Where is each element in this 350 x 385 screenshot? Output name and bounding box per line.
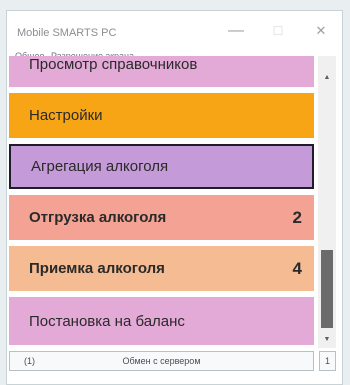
tile-label: Агрегация алкоголя — [31, 158, 169, 175]
tile-count-badge: 4 — [292, 258, 302, 278]
tile-label: Настройки — [29, 107, 103, 124]
tile-view-directories[interactable]: Просмотр справочников — [9, 56, 314, 87]
vertical-scrollbar[interactable]: ▲ ▼ — [318, 56, 336, 348]
tile-alcohol-receiving[interactable]: Приемка алкоголя 4 — [9, 246, 314, 291]
tile-alcohol-aggregation[interactable]: Агрегация алкоголя — [9, 144, 314, 189]
tile-alcohol-shipment[interactable]: Отгрузка алкоголя 2 — [9, 195, 314, 240]
window-title: Mobile SMARTS PC — [17, 27, 117, 39]
title-bar: Mobile SMARTS PC — ☐ ✕ — [7, 11, 342, 49]
minimize-button[interactable]: — — [223, 21, 249, 41]
server-exchange-label: Обмен с сервером — [122, 356, 201, 366]
tile-label: Постановка на баланс — [29, 312, 185, 330]
scroll-down-arrow-icon[interactable]: ▼ — [318, 332, 336, 348]
tile-count-badge: 2 — [292, 207, 302, 227]
tile-balance-registration[interactable]: Постановка на баланс — [9, 297, 314, 345]
close-button[interactable]: ✕ — [308, 21, 334, 41]
tile-label: Приемка алкоголя — [29, 260, 165, 277]
scroll-thumb[interactable] — [321, 250, 333, 328]
operations-list: Просмотр справочников Настройки Агрегаци… — [9, 56, 314, 348]
status-counter-box[interactable]: 1 — [319, 351, 336, 371]
tile-settings[interactable]: Настройки — [9, 93, 314, 138]
scroll-up-arrow-icon[interactable]: ▲ — [318, 70, 336, 86]
server-exchange-bar[interactable]: (1) Обмен с сервером — [9, 351, 314, 371]
maximize-button[interactable]: ☐ — [265, 21, 291, 41]
tile-label: Отгрузка алкоголя — [29, 209, 167, 226]
tile-label: Просмотр справочников — [29, 56, 198, 73]
